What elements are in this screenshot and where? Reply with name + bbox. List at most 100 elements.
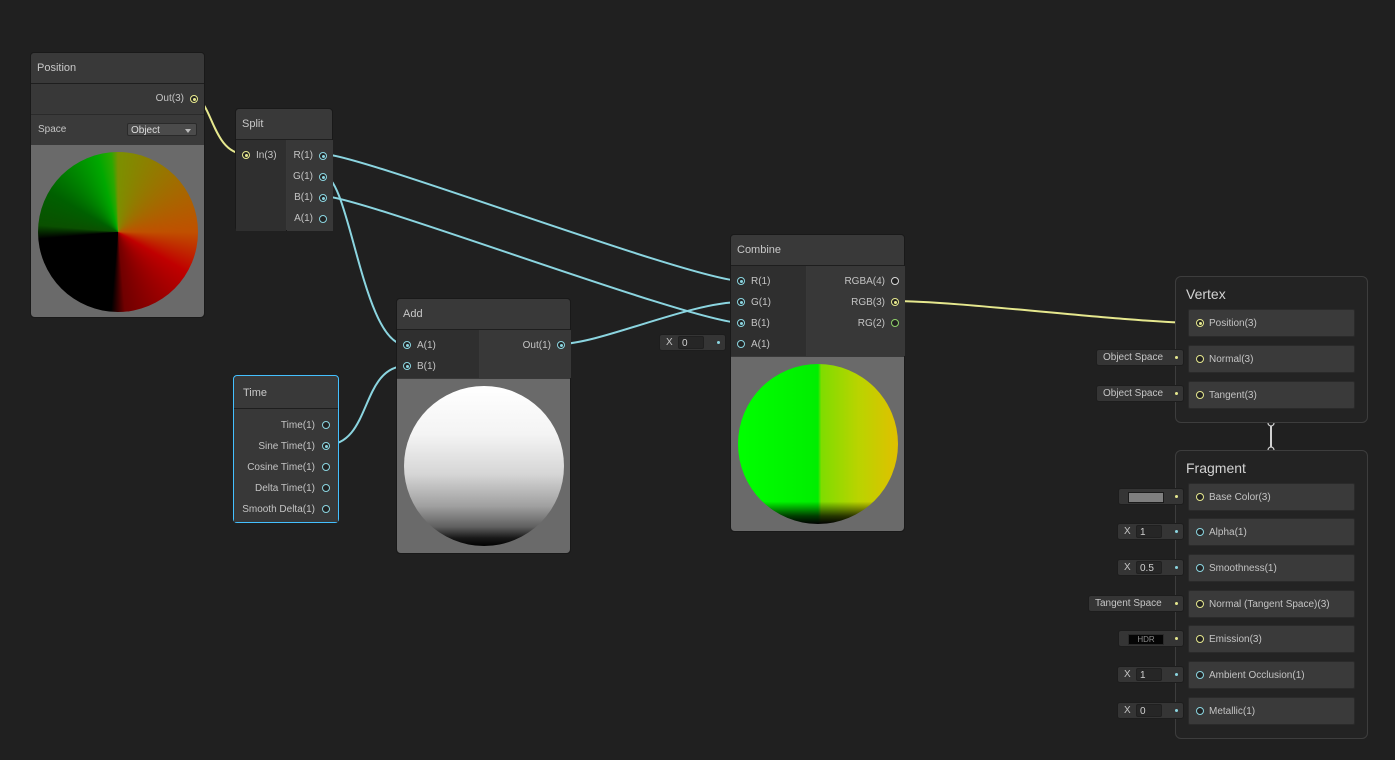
port-connector-icon[interactable] [190, 95, 198, 103]
input-port-g[interactable]: G(1) [751, 292, 771, 313]
node-header[interactable]: Add [397, 299, 570, 330]
metallic-field[interactable]: X 0 [1117, 702, 1184, 719]
port-connector-icon[interactable] [891, 319, 899, 327]
output-port-cosine-time[interactable]: Cosine Time(1) [247, 457, 315, 478]
output-port-out[interactable]: Out(1) [523, 335, 551, 356]
input-port-r[interactable]: R(1) [751, 271, 770, 292]
port-connector-icon[interactable] [891, 277, 899, 285]
port-connector-icon[interactable] [322, 421, 330, 429]
fragment-block-ambient-occlusion[interactable]: Ambient Occlusion(1) [1188, 661, 1355, 689]
block-label: Smoothness(1) [1209, 563, 1277, 574]
stack-title: Fragment [1186, 460, 1246, 476]
port-connector-icon[interactable] [737, 340, 745, 348]
position-node[interactable]: Position Out(3) Space Object [30, 52, 205, 318]
port-connector-icon[interactable] [1196, 493, 1204, 501]
output-port-r[interactable]: R(1) [294, 145, 313, 166]
fragment-block-base-color[interactable]: Base Color(3) [1188, 483, 1355, 511]
vertex-block-tangent[interactable]: Tangent(3) [1188, 381, 1355, 409]
wire-split-g-to-add-a[interactable] [322, 174, 407, 346]
normal-space-field[interactable]: Object Space [1096, 349, 1184, 366]
fragment-block-alpha[interactable]: Alpha(1) [1188, 518, 1355, 546]
port-connector-icon[interactable] [737, 319, 745, 327]
port-connector-icon[interactable] [1196, 635, 1204, 643]
output-port-delta-time[interactable]: Delta Time(1) [255, 478, 315, 499]
port-connector-icon[interactable] [737, 298, 745, 306]
space-dropdown[interactable]: Object [127, 123, 197, 136]
port-connector-icon[interactable] [1196, 391, 1204, 399]
wire-combine-rgb-to-vertex-position[interactable] [892, 300, 1198, 324]
value-input[interactable]: 1 [1136, 668, 1162, 681]
vertex-block-normal[interactable]: Normal(3) [1188, 345, 1355, 373]
port-connector-icon[interactable] [891, 298, 899, 306]
value-input[interactable]: 0 [678, 336, 704, 349]
port-connector-icon[interactable] [737, 277, 745, 285]
node-header[interactable]: Split [236, 109, 332, 140]
fragment-stack[interactable]: Fragment Base Color(3) Alpha(1) Smoothne… [1175, 450, 1368, 739]
port-connector-icon[interactable] [322, 463, 330, 471]
combine-a-input-field[interactable]: X 0 [659, 334, 726, 351]
output-port-a[interactable]: A(1) [294, 208, 313, 229]
output-port-smooth-delta[interactable]: Smooth Delta(1) [242, 499, 315, 520]
output-port-g[interactable]: G(1) [293, 166, 313, 187]
input-port-a[interactable]: A(1) [751, 334, 770, 355]
port-connector-icon[interactable] [1196, 600, 1204, 608]
ambient-occlusion-field[interactable]: X 1 [1117, 666, 1184, 683]
output-port-out[interactable]: Out(3) [156, 88, 184, 109]
color-swatch[interactable] [1128, 492, 1164, 503]
port-connector-icon[interactable] [242, 151, 250, 159]
fragment-block-metallic[interactable]: Metallic(1) [1188, 697, 1355, 725]
port-connector-icon[interactable] [1196, 671, 1204, 679]
port-label: A(1) [751, 339, 770, 350]
input-port-b[interactable]: B(1) [751, 313, 770, 334]
node-header[interactable]: Position [31, 53, 204, 84]
port-connector-icon[interactable] [403, 362, 411, 370]
emission-field[interactable]: HDR [1118, 630, 1184, 647]
port-connector-icon[interactable] [1196, 564, 1204, 572]
value-input[interactable]: 1 [1136, 525, 1162, 538]
vertex-stack[interactable]: Vertex Position(3) Normal(3) Tangent(3) [1175, 276, 1368, 423]
output-port-rg[interactable]: RG(2) [858, 313, 885, 334]
vertex-block-position[interactable]: Position(3) [1188, 309, 1355, 337]
port-connector-icon[interactable] [403, 341, 411, 349]
port-connector-icon[interactable] [557, 341, 565, 349]
value-input[interactable]: 0 [1136, 704, 1162, 717]
fragment-block-smoothness[interactable]: Smoothness(1) [1188, 554, 1355, 582]
combine-node[interactable]: Combine R(1) G(1) B(1) A(1) RGBA(4) RGB(… [730, 234, 905, 532]
hdr-color-swatch[interactable]: HDR [1128, 634, 1164, 645]
base-color-field[interactable] [1118, 488, 1184, 505]
fragment-block-normal[interactable]: Normal (Tangent Space)(3) [1188, 590, 1355, 618]
port-connector-icon[interactable] [319, 152, 327, 160]
port-connector-icon[interactable] [322, 505, 330, 513]
block-label: Ambient Occlusion(1) [1209, 670, 1305, 681]
fragment-block-emission[interactable]: Emission(3) [1188, 625, 1355, 653]
input-port-a[interactable]: A(1) [417, 335, 436, 356]
tangent-space-field[interactable]: Object Space [1096, 385, 1184, 402]
smoothness-field[interactable]: X 0.5 [1117, 559, 1184, 576]
output-port-sine-time[interactable]: Sine Time(1) [258, 436, 315, 457]
node-header[interactable]: Combine [731, 235, 904, 266]
input-port-in[interactable]: In(3) [256, 145, 277, 166]
wire-split-r-to-combine-r[interactable] [322, 153, 742, 282]
output-port-rgba[interactable]: RGBA(4) [844, 271, 885, 292]
alpha-field[interactable]: X 1 [1117, 523, 1184, 540]
value-input[interactable]: 0.5 [1136, 561, 1162, 574]
port-connector-icon[interactable] [319, 194, 327, 202]
time-node[interactable]: Time Time(1) Sine Time(1) Cosine Time(1)… [233, 375, 339, 523]
port-connector-icon[interactable] [1196, 707, 1204, 715]
port-connector-icon[interactable] [1196, 355, 1204, 363]
normal-tangent-space-field[interactable]: Tangent Space [1088, 595, 1184, 612]
output-port-rgb[interactable]: RGB(3) [851, 292, 885, 313]
port-connector-icon[interactable] [322, 442, 330, 450]
input-port-b[interactable]: B(1) [417, 356, 436, 377]
port-connector-icon[interactable] [1196, 319, 1204, 327]
chevron-down-icon [185, 129, 191, 133]
split-node[interactable]: Split In(3) R(1) G(1) B(1) A(1) [235, 108, 333, 231]
output-port-time[interactable]: Time(1) [281, 415, 315, 436]
add-node[interactable]: Add A(1) B(1) Out(1) [396, 298, 571, 554]
port-connector-icon[interactable] [319, 215, 327, 223]
node-header[interactable]: Time [234, 376, 338, 409]
port-connector-icon[interactable] [322, 484, 330, 492]
port-connector-icon[interactable] [319, 173, 327, 181]
port-connector-icon[interactable] [1196, 528, 1204, 536]
output-port-b[interactable]: B(1) [294, 187, 313, 208]
